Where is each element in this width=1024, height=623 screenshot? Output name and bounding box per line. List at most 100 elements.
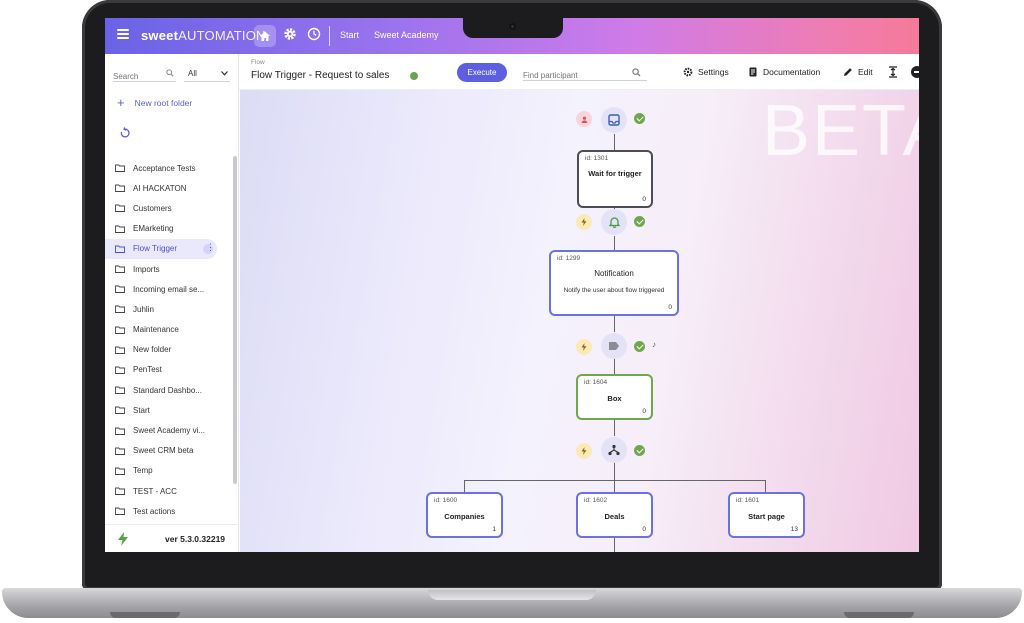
folder-item-label: Acceptance Tests bbox=[133, 163, 196, 173]
app-logo[interactable]: sweetAUTOMATION bbox=[141, 28, 266, 43]
logo-light-text: AUTOMATION bbox=[178, 28, 266, 43]
node-id: id: 1301 bbox=[585, 155, 609, 162]
folder-icon bbox=[115, 305, 125, 314]
trigger-badge[interactable] bbox=[576, 443, 592, 459]
folder-item[interactable]: Sweet CRM beta bbox=[105, 441, 233, 461]
folder-item-label: Test actions bbox=[133, 506, 176, 516]
folder-item[interactable]: EMarketing bbox=[105, 219, 233, 239]
flow-node-box[interactable]: id: 1604 Box 0 bbox=[576, 374, 653, 420]
folder-item[interactable]: PenTest bbox=[105, 360, 233, 380]
menu-icon[interactable] bbox=[117, 29, 129, 39]
node-id: id: 1299 bbox=[557, 255, 581, 262]
folder-filter-select[interactable]: All bbox=[184, 66, 230, 82]
folder-item[interactable]: TEST - ACC bbox=[105, 481, 233, 501]
chevron-down-icon bbox=[221, 71, 228, 76]
pencil-icon bbox=[844, 68, 852, 76]
folder-icon bbox=[115, 205, 125, 213]
settings-button[interactable]: Settings bbox=[683, 67, 729, 77]
laptop-foot-right bbox=[844, 612, 914, 618]
node-count: 13 bbox=[790, 526, 798, 533]
check-icon bbox=[634, 113, 645, 124]
folder-icon bbox=[115, 346, 125, 354]
zoom-out-icon[interactable] bbox=[911, 66, 919, 78]
folder-icon bbox=[115, 366, 125, 374]
folder-item[interactable]: Incoming email se... bbox=[105, 279, 233, 299]
folder-item-label: New folder bbox=[133, 345, 172, 355]
folder-icon bbox=[115, 164, 125, 173]
folder-item[interactable]: Customers bbox=[105, 198, 233, 218]
flow-node-companies[interactable]: id: 1600 Companies 1 bbox=[426, 492, 503, 538]
folder-item-label: EMarketing bbox=[133, 224, 174, 234]
laptop-opening-lip bbox=[428, 590, 596, 600]
documentation-button[interactable]: Documentation bbox=[748, 67, 820, 77]
home-icon bbox=[260, 31, 270, 41]
split-step-icon-wrap[interactable] bbox=[601, 437, 627, 463]
folder-item[interactable]: AI HACKATON bbox=[105, 178, 233, 198]
filter-value: All bbox=[188, 69, 197, 78]
node-count: 1 bbox=[492, 526, 496, 533]
folder-item[interactable]: Acceptance Tests bbox=[105, 158, 233, 178]
bolt-icon bbox=[581, 447, 587, 455]
folder-item[interactable]: Test actions bbox=[105, 501, 233, 521]
flow-node-deals[interactable]: id: 1602 Deals 0 bbox=[576, 492, 653, 538]
more-options-icon[interactable] bbox=[203, 242, 215, 254]
home-button[interactable] bbox=[254, 25, 276, 47]
node-title: Wait for trigger bbox=[588, 169, 642, 178]
folder-item[interactable]: Maintenance bbox=[105, 320, 233, 340]
branch-line bbox=[464, 480, 766, 481]
participant-search-input[interactable] bbox=[523, 71, 623, 80]
node-title: Deals bbox=[604, 512, 625, 521]
folder-icon bbox=[115, 467, 125, 475]
execute-button[interactable]: Execute bbox=[457, 63, 507, 82]
trigger-badge[interactable] bbox=[576, 214, 592, 230]
search-icon[interactable] bbox=[166, 69, 174, 77]
folder-item-label: Maintenance bbox=[133, 325, 179, 335]
app-version: ver 5.3.0.32219 bbox=[165, 534, 226, 544]
refresh-icon[interactable] bbox=[119, 127, 131, 139]
folder-item[interactable]: Sweet Academy vi... bbox=[105, 420, 233, 440]
folder-item-label: Incoming email se... bbox=[133, 284, 205, 294]
folder-item-label: TEST - ACC bbox=[133, 486, 177, 496]
check-icon bbox=[634, 341, 645, 352]
flow-node-notification[interactable]: id: 1299 Notification Notify the user ab… bbox=[549, 250, 679, 316]
folder-item-label: Sweet Academy vi... bbox=[133, 426, 206, 436]
sidebar-scrollbar[interactable] bbox=[233, 156, 237, 484]
folder-item[interactable]: Imports bbox=[105, 259, 233, 279]
folder-item[interactable]: Standard Dashbo... bbox=[105, 380, 233, 400]
bolt-icon bbox=[581, 343, 587, 351]
folder-icon bbox=[115, 265, 125, 273]
node-count: 0 bbox=[642, 526, 646, 533]
connector-line bbox=[614, 358, 615, 374]
expand-height-icon[interactable] bbox=[887, 66, 899, 78]
folder-item-label: Customers bbox=[133, 203, 172, 213]
bell-step-icon-wrap[interactable] bbox=[601, 209, 627, 235]
folder-icon bbox=[115, 487, 125, 496]
new-root-folder-label: New root folder bbox=[134, 98, 193, 108]
box-arrow-icon bbox=[609, 342, 619, 350]
nav-link-sweet-academy[interactable]: Sweet Academy bbox=[374, 30, 439, 40]
folder-item[interactable]: Temp bbox=[105, 461, 233, 481]
folder-item[interactable]: Start bbox=[105, 400, 233, 420]
new-root-folder-button[interactable]: + New root folder bbox=[117, 95, 193, 110]
folder-item[interactable]: Flow Trigger bbox=[105, 238, 217, 259]
plus-icon: + bbox=[117, 95, 125, 110]
breadcrumb[interactable]: Flow bbox=[251, 59, 265, 66]
flow-canvas[interactable]: BETA id: 1301 Wait for trigger 0 bbox=[240, 90, 919, 552]
folder-search-input[interactable] bbox=[113, 72, 159, 81]
folder-item[interactable]: Juhlin bbox=[105, 299, 233, 319]
gear-icon[interactable] bbox=[283, 27, 297, 41]
folder-item[interactable]: New folder bbox=[105, 340, 233, 360]
flow-node-start-page[interactable]: id: 1601 Start page 13 bbox=[728, 492, 805, 538]
folder-icon bbox=[115, 245, 125, 253]
search-icon[interactable] bbox=[632, 68, 641, 77]
history-icon[interactable] bbox=[307, 27, 321, 41]
trigger-badge[interactable] bbox=[576, 339, 592, 355]
participant-badge[interactable] bbox=[576, 111, 592, 127]
folder-item-label: Flow Trigger bbox=[133, 244, 178, 254]
folder-icon bbox=[115, 406, 125, 415]
flow-node-wait-for-trigger[interactable]: id: 1301 Wait for trigger 0 bbox=[577, 150, 653, 208]
inbox-step-icon-wrap[interactable] bbox=[601, 107, 627, 133]
box-step-icon-wrap[interactable] bbox=[601, 333, 627, 359]
nav-link-start[interactable]: Start bbox=[340, 30, 359, 40]
edit-button[interactable]: Edit bbox=[843, 67, 873, 77]
